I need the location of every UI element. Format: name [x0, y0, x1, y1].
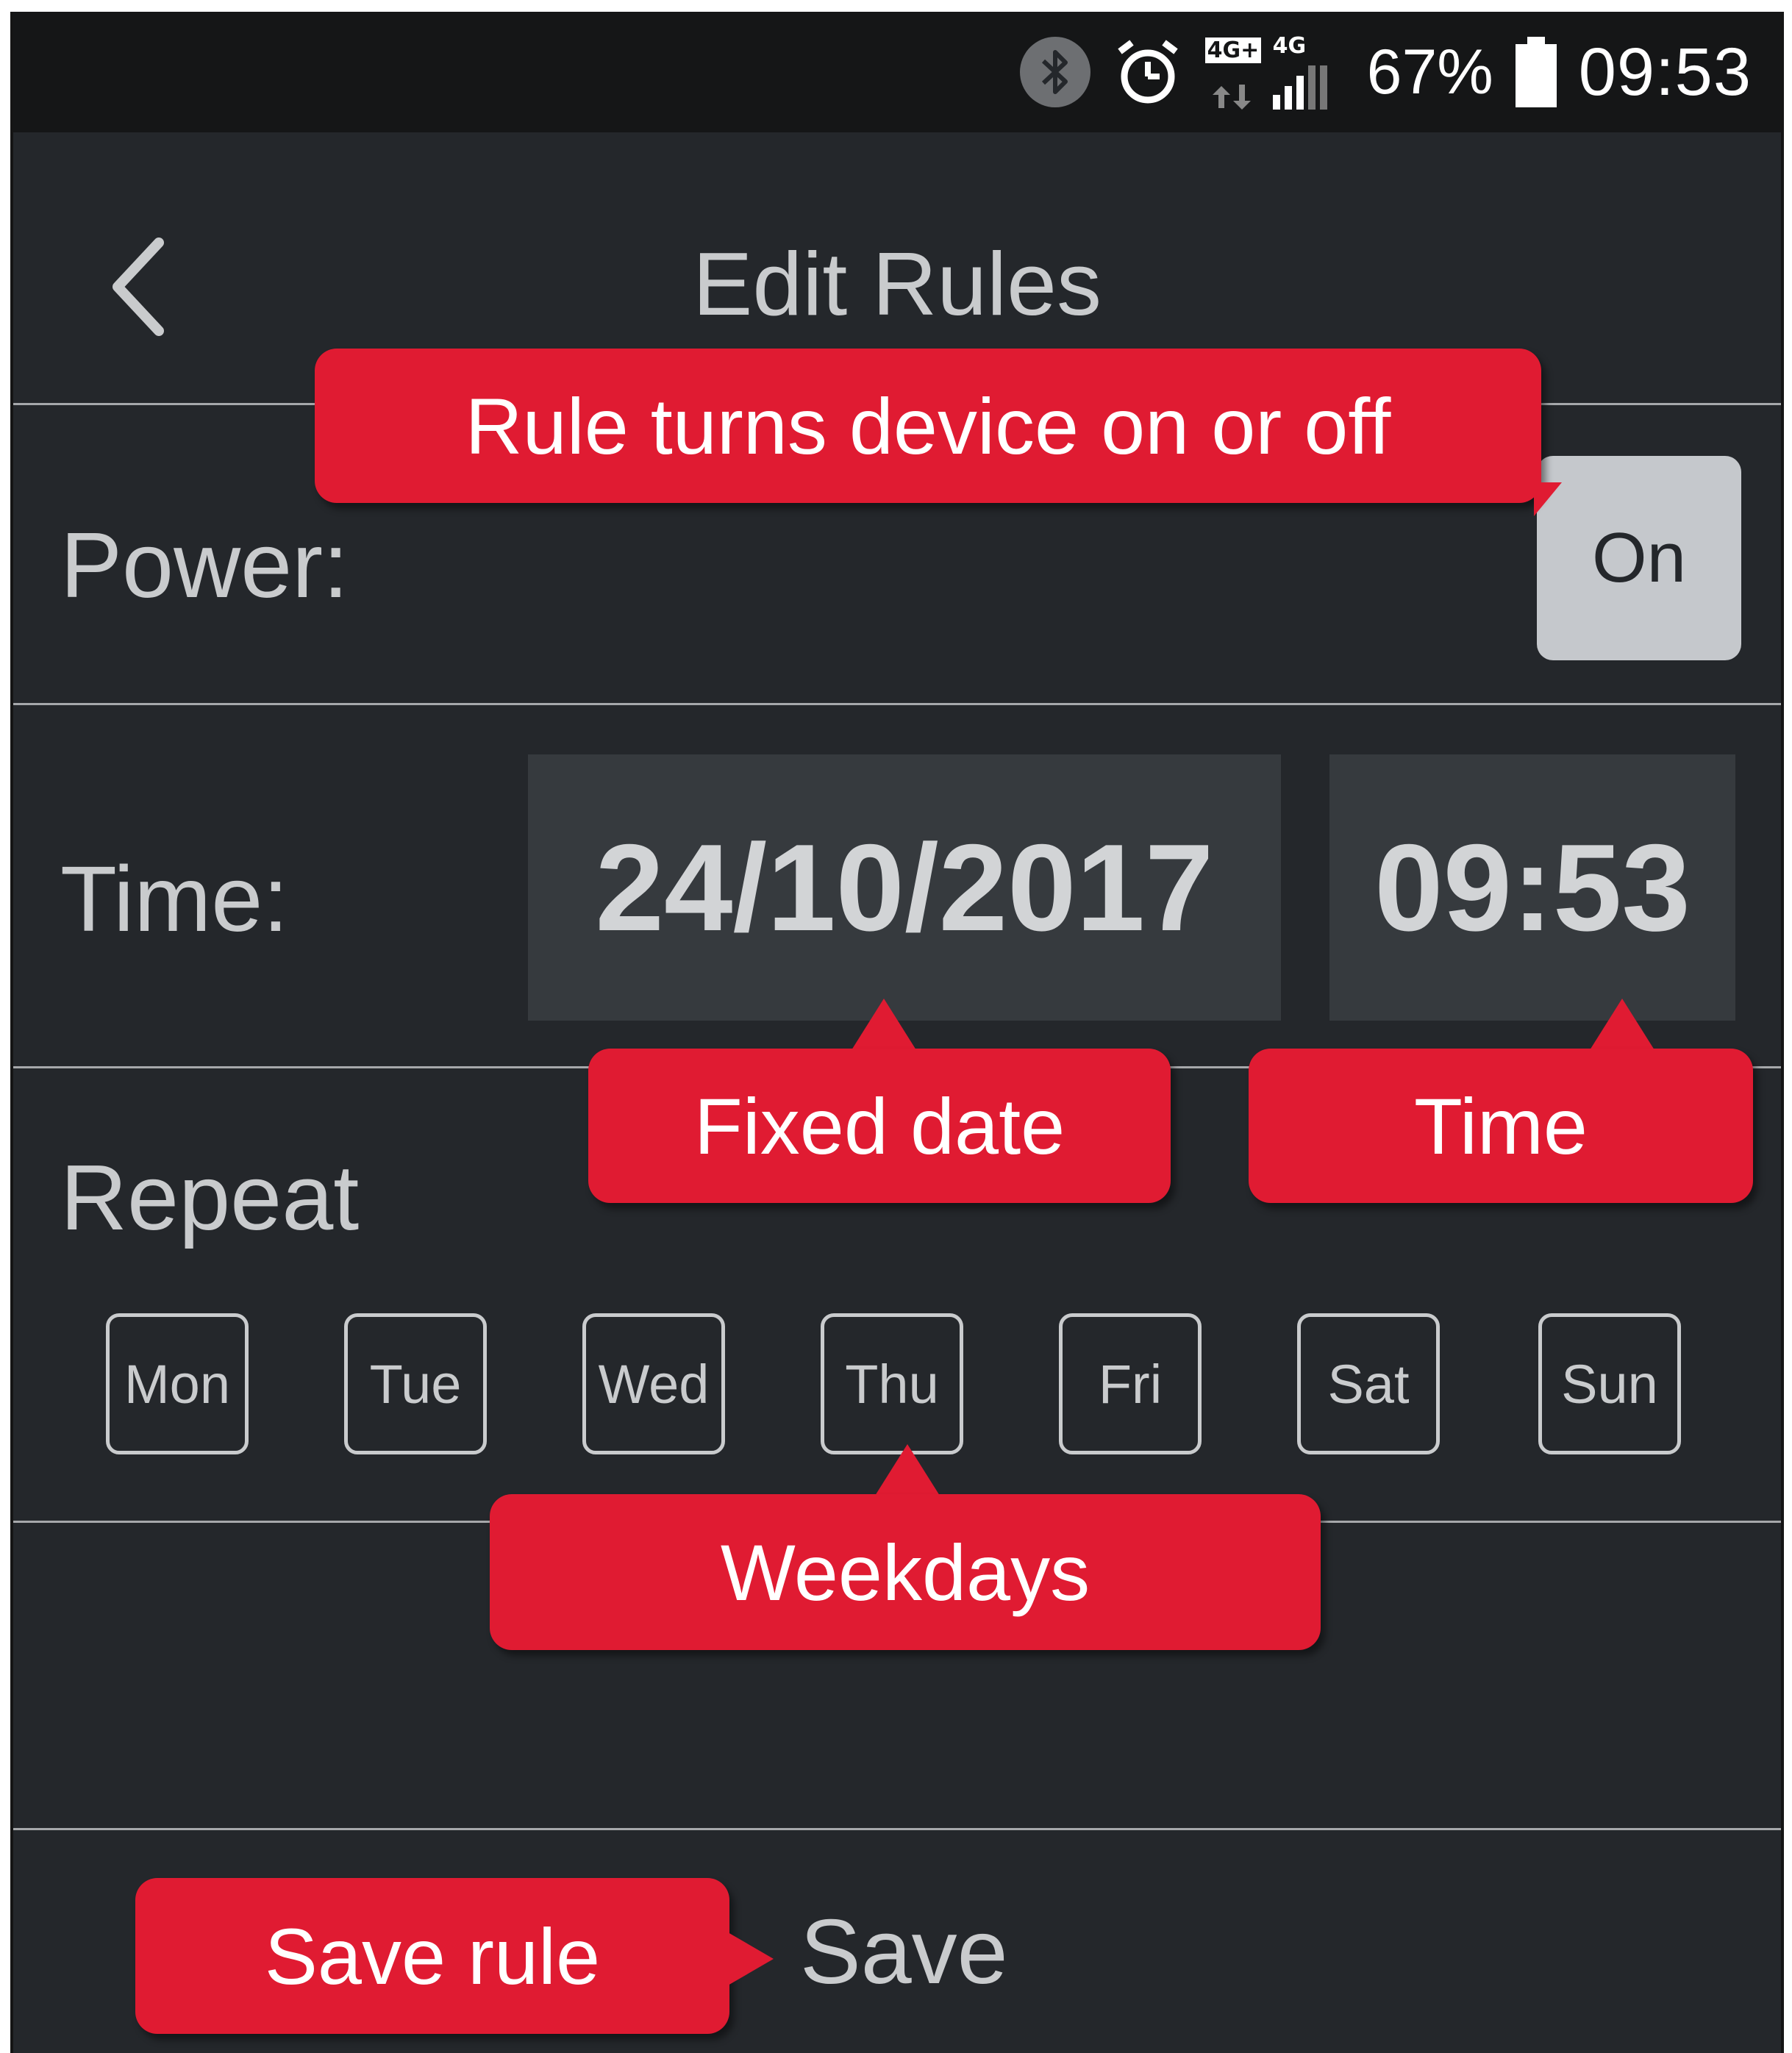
callout-time: Time — [1249, 1049, 1753, 1203]
day-toggle-sat[interactable]: Sat — [1297, 1313, 1440, 1454]
page-title: Edit Rules — [692, 234, 1102, 334]
day-toggle-wed[interactable]: Wed — [582, 1313, 725, 1454]
battery-icon — [1515, 37, 1557, 107]
callout-weekdays-pointer — [875, 1444, 940, 1496]
bluetooth-icon — [1019, 37, 1090, 107]
callout-power: Rule turns device on or off — [315, 349, 1541, 503]
power-label: Power: — [60, 513, 349, 617]
status-icons: 4G+ 4G 67% 09:53 — [1019, 12, 1752, 132]
repeat-label: Repeat — [60, 1146, 360, 1249]
callout-date-text: Fixed date — [693, 1081, 1065, 1171]
divider — [13, 1828, 1781, 1830]
callout-save: Save rule — [135, 1878, 729, 2034]
time-label: Time: — [60, 847, 289, 951]
divider — [13, 703, 1781, 705]
app-screen: 4G+ 4G 67% 09:53 Edit Rules Power: On Ti… — [10, 12, 1784, 2053]
alarm-icon — [1113, 37, 1183, 107]
network-icon: 4G+ 4G — [1204, 32, 1345, 113]
power-toggle-button[interactable]: On — [1537, 456, 1741, 660]
day-toggle-tue[interactable]: Tue — [344, 1313, 487, 1454]
callout-weekdays-text: Weekdays — [720, 1527, 1090, 1617]
day-toggle-fri[interactable]: Fri — [1059, 1313, 1202, 1454]
signal-icon — [1212, 65, 1327, 110]
callout-save-text: Save rule — [264, 1911, 601, 2001]
callout-weekdays: Weekdays — [490, 1494, 1321, 1650]
day-toggle-sun[interactable]: Sun — [1538, 1313, 1681, 1454]
save-button[interactable]: Save — [800, 1900, 1008, 2004]
status-bar: 4G+ 4G 67% 09:53 — [13, 12, 1781, 132]
callout-date: Fixed date — [588, 1049, 1171, 1203]
callout-power-text: Rule turns device on or off — [465, 381, 1391, 471]
time-field[interactable]: 09:53 — [1329, 754, 1735, 1021]
callout-save-pointer — [728, 1932, 774, 1985]
day-toggle-mon[interactable]: Mon — [106, 1313, 249, 1454]
date-field[interactable]: 24/10/2017 — [528, 754, 1281, 1021]
network-type-primary: 4G+ — [1204, 38, 1262, 63]
callout-date-pointer — [852, 999, 916, 1050]
network-type-secondary: 4G — [1272, 33, 1307, 59]
weekday-selector: Mon Tue Wed Thu Fri Sat Sun — [106, 1313, 1703, 1460]
day-toggle-thu[interactable]: Thu — [821, 1313, 963, 1454]
callout-time-text: Time — [1414, 1081, 1588, 1171]
status-time: 09:53 — [1578, 34, 1752, 110]
callout-power-pointer — [1534, 482, 1562, 516]
battery-percent: 67% — [1366, 36, 1493, 107]
callout-time-pointer — [1590, 999, 1654, 1050]
